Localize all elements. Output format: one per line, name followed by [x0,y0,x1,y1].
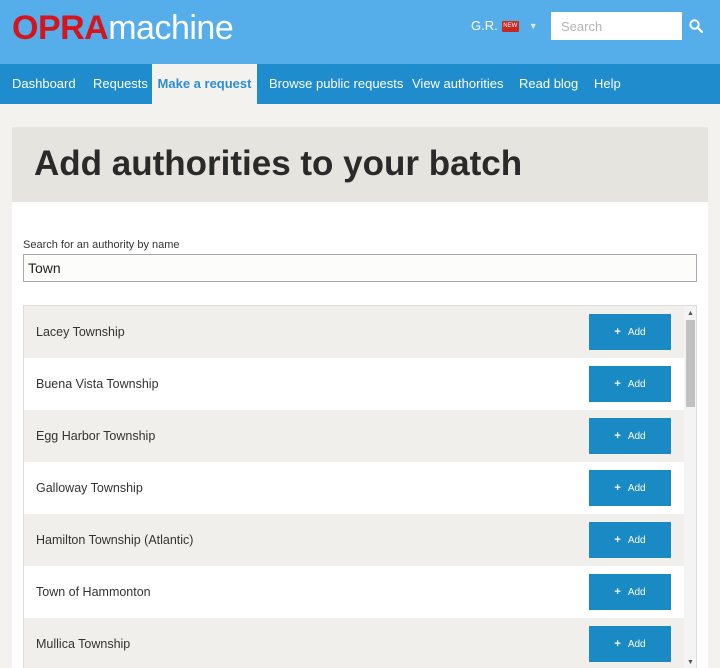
authority-row: Buena Vista Township + Add [24,358,684,410]
authority-name: Town of Hammonton [36,585,151,599]
page-title: Add authorities to your batch [34,144,523,183]
add-authority-button[interactable]: + Add [589,314,671,350]
plus-icon: + [614,586,621,598]
scroll-down-icon[interactable]: ▼ [684,657,696,668]
nav-help[interactable]: Help [594,64,621,104]
authority-name: Hamilton Township (Atlantic) [36,533,194,547]
search-button[interactable] [684,12,708,40]
scroll-up-icon[interactable]: ▲ [684,308,696,320]
nav-browse-public-requests[interactable]: Browse public requests [269,64,403,104]
scroll-thumb[interactable] [686,320,695,407]
site-search-input[interactable] [551,12,682,40]
add-button-label: Add [627,534,646,546]
add-authority-button[interactable]: + Add [589,522,671,558]
user-badge: NEW [501,20,519,32]
add-authority-button[interactable]: + Add [589,574,671,610]
authority-name: Lacey Township [36,325,125,339]
authority-results-list: Lacey Township + Add Buena Vista Townshi… [23,305,697,668]
authority-row: Galloway Township + Add [24,462,684,514]
add-button-label: Add [627,638,646,650]
nav-view-authorities[interactable]: View authorities [412,64,504,104]
plus-icon: + [614,638,621,650]
logo-machine: machine [108,9,234,47]
authority-search-input[interactable] [23,254,697,282]
user-menu[interactable]: G.R. NEW ▼ [471,17,538,35]
user-initials: G.R. [471,18,498,33]
batch-panel: Search for an authority by name Lacey To… [12,202,708,668]
page-title-block: Add authorities to your batch [12,127,708,202]
authority-search-label: Search for an authority by name [23,239,180,251]
chevron-down-icon: ▼ [528,21,538,31]
add-button-label: Add [627,482,646,494]
authority-name: Egg Harbor Township [36,429,156,443]
list-scrollbar[interactable]: ▲ ▼ [684,306,696,668]
add-button-label: Add [627,430,646,442]
add-authority-button[interactable]: + Add [589,626,671,662]
add-button-label: Add [627,378,646,390]
main-nav: Dashboard Requests Make a request Browse… [0,64,720,104]
nav-dashboard[interactable]: Dashboard [12,64,76,104]
authority-row: Town of Hammonton + Add [24,566,684,618]
authority-name: Buena Vista Township [36,377,159,391]
nav-requests[interactable]: Requests [93,64,148,104]
add-button-label: Add [627,326,646,338]
authority-name: Mullica Township [36,637,131,651]
site-logo[interactable]: OPRAmachine [12,8,234,48]
authority-row: Mullica Township + Add [24,618,684,668]
authority-row: Lacey Township + Add [24,306,684,358]
plus-icon: + [614,534,621,546]
nav-make-request[interactable]: Make a request [152,64,257,104]
search-icon [689,19,703,33]
add-authority-button[interactable]: + Add [589,418,671,454]
plus-icon: + [614,430,621,442]
plus-icon: + [614,482,621,494]
authority-row: Hamilton Township (Atlantic) + Add [24,514,684,566]
logo-opra: OPRA [12,9,109,47]
add-authority-button[interactable]: + Add [589,470,671,506]
plus-icon: + [614,378,621,390]
add-button-label: Add [627,586,646,598]
plus-icon: + [614,326,621,338]
authority-name: Galloway Township [36,481,143,495]
site-header: OPRAmachine G.R. NEW ▼ [0,0,720,64]
authority-row: Egg Harbor Township + Add [24,410,684,462]
nav-read-blog[interactable]: Read blog [519,64,578,104]
add-authority-button[interactable]: + Add [589,366,671,402]
